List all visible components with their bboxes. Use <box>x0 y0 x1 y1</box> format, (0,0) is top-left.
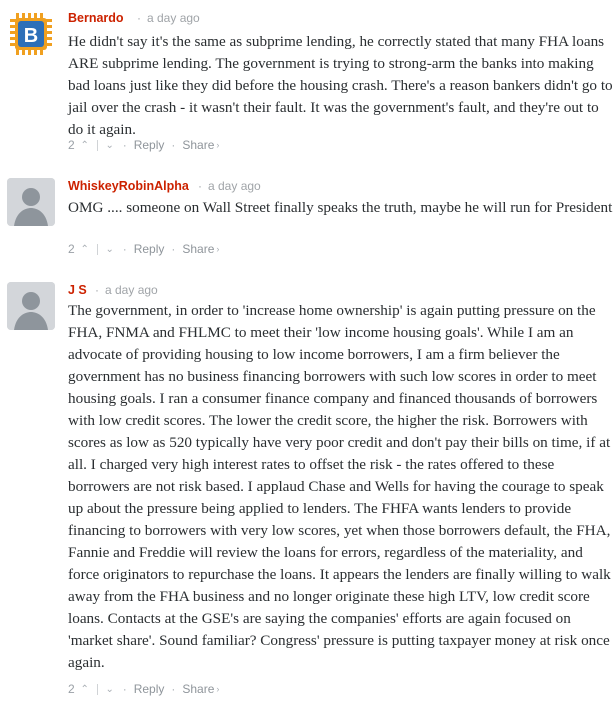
reply-button[interactable]: Reply <box>134 682 165 696</box>
chevron-right-icon: › <box>216 684 220 694</box>
author-name[interactable]: Bernardo <box>68 11 124 25</box>
avatar[interactable] <box>7 282 55 330</box>
comment-text: The government, in order to 'increase ho… <box>68 302 611 671</box>
author-name[interactable]: WhiskeyRobinAlpha <box>68 179 189 193</box>
share-button[interactable]: Share <box>182 242 214 256</box>
actions-separator: · <box>171 242 176 256</box>
actions-separator: · <box>171 138 176 152</box>
chevron-right-icon: › <box>216 244 220 254</box>
author-name[interactable]: J S <box>68 283 87 297</box>
actions-separator: · <box>122 682 127 696</box>
default-user-icon <box>7 178 55 226</box>
reply-button[interactable]: Reply <box>134 138 165 152</box>
comment-actions: 2 ⌃ ⌄ · Reply · Share › <box>68 138 219 152</box>
avatar[interactable]: B <box>7 10 55 58</box>
vote-divider <box>96 683 98 695</box>
meta-separator: · <box>137 11 141 25</box>
upvote-count: 2 <box>68 682 75 696</box>
timestamp-text: a day ago <box>105 283 158 297</box>
comment-text: OMG .... someone on Wall Street finally … <box>68 199 613 216</box>
chevron-right-icon: › <box>216 140 220 150</box>
chevron-down-icon[interactable]: ⌄ <box>104 138 116 152</box>
timestamp-text: a day ago <box>208 179 261 193</box>
avatar-letter: B <box>24 25 38 47</box>
timestamp[interactable]: · a day ago <box>131 11 200 25</box>
chevron-down-icon[interactable]: ⌄ <box>104 682 116 696</box>
comment-actions: 2 ⌃ ⌄ · Reply · Share › <box>68 682 219 696</box>
meta-separator: · <box>198 179 202 193</box>
default-user-icon <box>7 282 55 330</box>
vote-divider <box>96 139 98 151</box>
comment-actions: 2 ⌃ ⌄ · Reply · Share › <box>68 242 219 256</box>
comment-text: He didn't say it's the same as subprime … <box>68 33 613 138</box>
timestamp[interactable]: · a day ago <box>192 179 261 193</box>
actions-separator: · <box>122 242 127 256</box>
vote-divider <box>96 243 98 255</box>
chevron-up-icon[interactable]: ⌃ <box>79 242 91 256</box>
actions-separator: · <box>122 138 127 152</box>
upvote-count: 2 <box>68 242 75 256</box>
actions-separator: · <box>171 682 176 696</box>
meta-separator: · <box>95 283 99 297</box>
share-button[interactable]: Share <box>182 682 214 696</box>
chevron-down-icon[interactable]: ⌄ <box>104 242 116 256</box>
chevron-up-icon[interactable]: ⌃ <box>79 682 91 696</box>
chevron-up-icon[interactable]: ⌃ <box>79 138 91 152</box>
avatar[interactable] <box>7 178 55 226</box>
reply-button[interactable]: Reply <box>134 242 165 256</box>
share-button[interactable]: Share <box>182 138 214 152</box>
upvote-count: 2 <box>68 138 75 152</box>
timestamp[interactable]: · a day ago <box>89 283 158 297</box>
chip-avatar-icon: B <box>7 10 55 58</box>
timestamp-text: a day ago <box>147 11 200 25</box>
